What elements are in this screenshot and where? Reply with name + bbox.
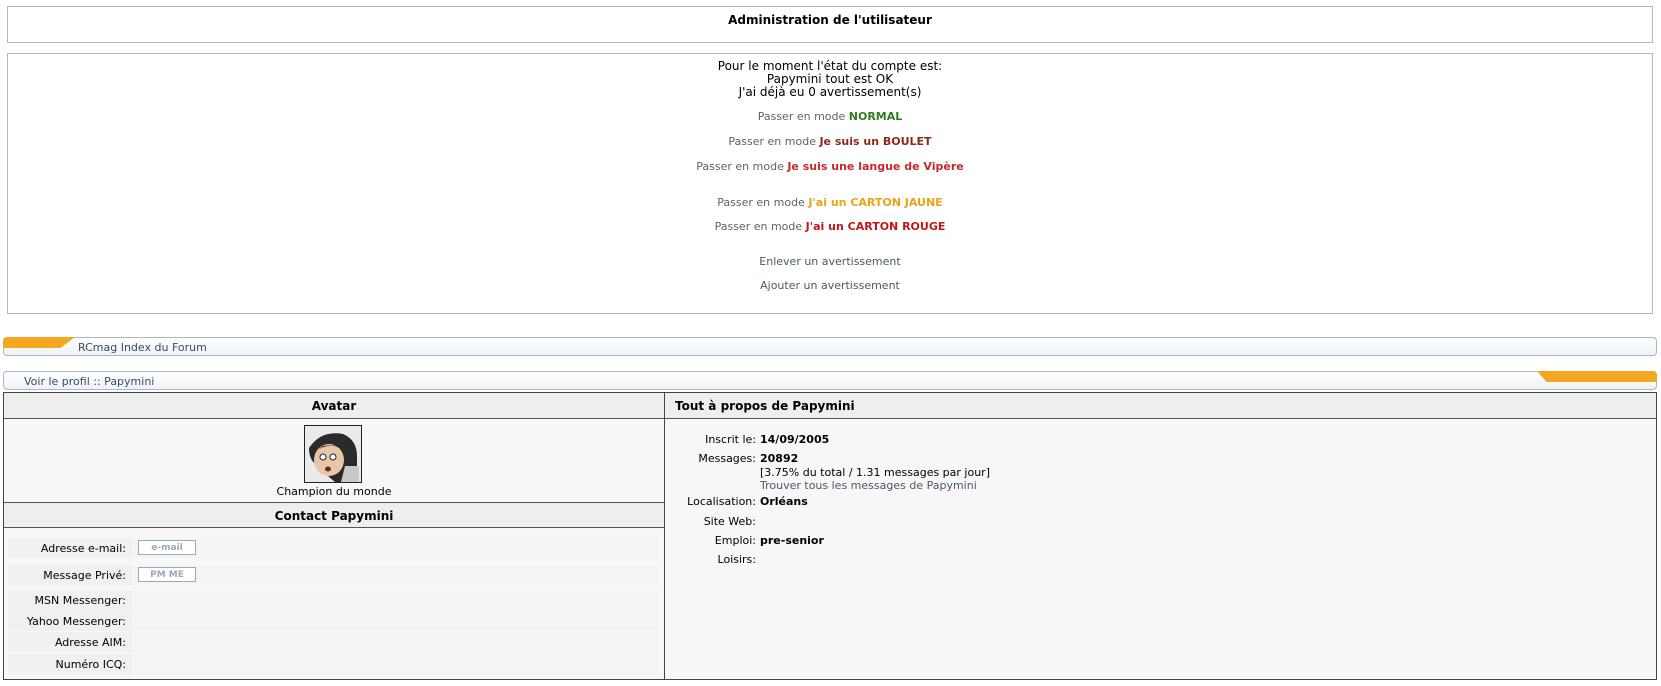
account-status: Pour le moment l'état du compte est: Pap… xyxy=(8,60,1652,99)
posts-stats: [3.75% du total / 1.31 messages par jour… xyxy=(760,466,991,479)
mode-normal-link[interactable]: Passer en mode NORMAL xyxy=(8,110,1652,123)
profile-title-bar: Voir le profil :: Papymini xyxy=(3,371,1657,390)
icq-label: Numéro ICQ: xyxy=(55,658,126,671)
contact-row-pm: Message Privé: PM ME xyxy=(8,565,658,585)
profile-table: Avatar Champion du monde Contact Papymin… xyxy=(3,392,1657,680)
mode-carton-jaune-link[interactable]: Passer en mode J'ai un CARTON JAUNE xyxy=(8,196,1652,209)
mode-label-carton-rouge: J'ai un CARTON ROUGE xyxy=(805,220,946,233)
profile-right-column: Tout à propos de Papymini Inscrit le: 14… xyxy=(665,393,1656,679)
remove-warning-link[interactable]: Enlever un avertissement xyxy=(8,255,1652,268)
mode-vipere-link[interactable]: Passer en mode Je suis une langue de Vip… xyxy=(8,160,1652,173)
job-label: Emploi: xyxy=(714,534,756,547)
email-value: e-mail xyxy=(132,538,658,558)
posts-value: 20892 xyxy=(760,452,799,465)
profile-left-column: Avatar Champion du monde Contact Papymin… xyxy=(4,393,665,679)
contact-row-icq: Numéro ICQ: xyxy=(8,654,658,674)
mode-label-normal: NORMAL xyxy=(848,110,903,123)
orange-tab-left xyxy=(3,337,75,348)
location-value: Orléans xyxy=(760,495,808,508)
aim-label: Adresse AIM: xyxy=(54,636,126,649)
mode-label-vipere: Je suis une langue de Vipère xyxy=(787,160,964,173)
admin-panel: Pour le moment l'état du compte est: Pap… xyxy=(7,53,1653,314)
aim-value xyxy=(132,632,658,652)
avatar-header: Avatar xyxy=(4,393,664,419)
status-line-3: J'ai déjà eu 0 avertissement(s) xyxy=(738,85,922,99)
joined-value: 14/09/2005 xyxy=(760,433,830,446)
joined-label: Inscrit le: xyxy=(705,433,756,446)
mode-prefix: Passer en mode xyxy=(728,135,816,148)
mode-prefix: Passer en mode xyxy=(717,196,805,209)
avatar-picture-icon xyxy=(305,426,361,482)
pm-label: Message Privé: xyxy=(43,569,126,582)
admin-title-panel: Administration de l'utilisateur xyxy=(7,6,1653,43)
posts-label: Messages: xyxy=(698,452,756,465)
avatar xyxy=(304,425,362,483)
mode-prefix: Passer en mode xyxy=(714,220,803,233)
msn-label: MSN Messenger: xyxy=(34,594,126,607)
contact-row-email: Adresse e-mail: e-mail xyxy=(8,538,658,558)
yahoo-value xyxy=(132,611,658,631)
email-label: Adresse e-mail: xyxy=(40,542,126,555)
pm-button[interactable]: PM ME xyxy=(138,567,196,582)
contact-row-yahoo: Yahoo Messenger: xyxy=(8,611,658,631)
forum-index-bar: RCmag Index du Forum xyxy=(3,337,1657,356)
msn-value xyxy=(132,590,658,610)
contact-header: Contact Papymini xyxy=(4,502,664,528)
mode-boulet-link[interactable]: Passer en mode Je suis un BOULET xyxy=(8,135,1652,148)
admin-title: Administration de l'utilisateur xyxy=(728,13,932,27)
job-value: pre-senior xyxy=(760,534,824,547)
email-button[interactable]: e-mail xyxy=(138,540,196,555)
add-warning-link[interactable]: Ajouter un avertissement xyxy=(8,279,1652,292)
orange-tab-right xyxy=(1537,371,1657,382)
mode-label-carton-jaune: J'ai un CARTON JAUNE xyxy=(808,196,943,209)
website-label: Site Web: xyxy=(703,515,756,528)
mode-label-boulet: Je suis un BOULET xyxy=(819,135,932,148)
profile-title: Voir le profil :: Papymini xyxy=(24,375,155,388)
hobbies-label: Loisirs: xyxy=(717,553,756,566)
mode-prefix: Passer en mode xyxy=(757,110,846,123)
icq-value xyxy=(132,654,658,674)
location-label: Localisation: xyxy=(687,495,756,508)
find-posts-link[interactable]: Trouver tous les messages de Papymini xyxy=(760,479,977,492)
user-rank: Champion du monde xyxy=(276,485,392,498)
forum-index-link[interactable]: RCmag Index du Forum xyxy=(78,341,207,354)
contact-row-aim: Adresse AIM: xyxy=(8,632,658,652)
yahoo-label: Yahoo Messenger: xyxy=(26,615,126,628)
pm-value: PM ME xyxy=(132,565,658,585)
about-header: Tout à propos de Papymini xyxy=(665,393,1656,419)
contact-row-msn: MSN Messenger: xyxy=(8,590,658,610)
mode-carton-rouge-link[interactable]: Passer en mode J'ai un CARTON ROUGE xyxy=(8,220,1652,233)
mode-prefix: Passer en mode xyxy=(696,160,784,173)
